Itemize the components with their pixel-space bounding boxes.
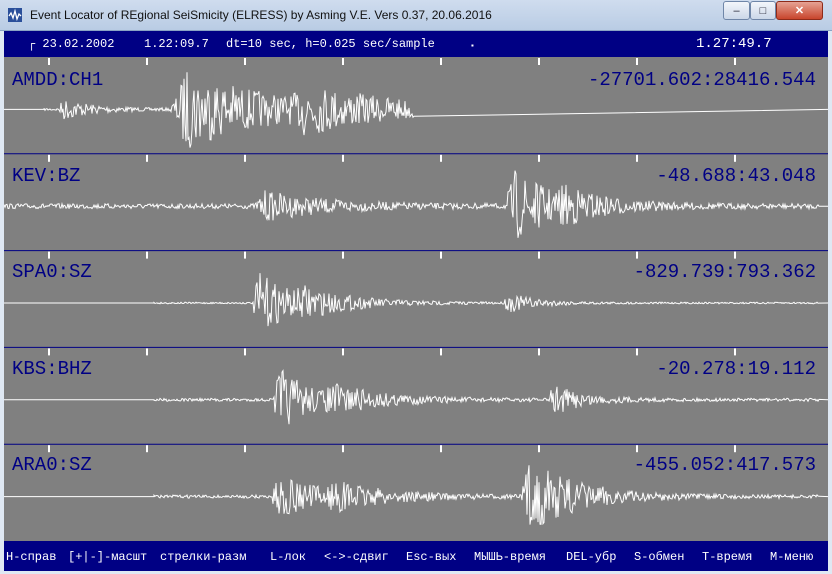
hint-menu[interactable]: M-меню	[770, 543, 813, 571]
channel-range-3: -20.278:19.112	[656, 358, 816, 380]
app-icon	[8, 8, 22, 22]
channel-name-2: SPA0:SZ	[12, 261, 92, 283]
close-button[interactable]: ✕	[776, 1, 823, 20]
hint-mouse-time[interactable]: МЫШЬ-время	[474, 543, 546, 571]
channel-name-1: KEV:BZ	[12, 165, 81, 187]
info-start-time: 1.22:09.7	[144, 37, 209, 51]
window-title-bar[interactable]: Event Locator of REgional SeiSmicity (EL…	[0, 0, 832, 31]
channel-name-4: ARA0:SZ	[12, 454, 92, 476]
waveform-panel[interactable]: AMDD:CH1 -27701.602:28416.544 KEV:BZ -48…	[4, 57, 828, 541]
info-bar: ┌ 23.02.2002 1.22:09.7 dt=10 sec, h=0.02…	[4, 33, 828, 55]
hint-delete[interactable]: DEL-убр	[566, 543, 616, 571]
hint-swap[interactable]: S-обмен	[634, 543, 684, 571]
channel-range-2: -829.739:793.362	[633, 261, 816, 283]
client-area: ┌ 23.02.2002 1.22:09.7 dt=10 sec, h=0.02…	[4, 31, 828, 571]
hint-locate[interactable]: L-лок	[270, 543, 306, 571]
hint-time[interactable]: T-время	[702, 543, 752, 571]
cursor-marker: ▪	[470, 42, 475, 51]
channel-name-3: KBS:BHZ	[12, 358, 92, 380]
channel-range-4: -455.052:417.573	[633, 454, 816, 476]
hint-shift[interactable]: <->-сдвиг	[324, 543, 389, 571]
info-date: ┌ 23.02.2002	[28, 37, 115, 51]
channel-name-0: AMDD:CH1	[12, 69, 104, 91]
status-bar: H-справ [+|-]-масшт стрелки-разм L-лок <…	[4, 543, 828, 571]
window-title: Event Locator of REgional SeiSmicity (EL…	[30, 8, 492, 22]
hint-arrows[interactable]: стрелки-разм	[160, 543, 246, 571]
channel-range-1: -48.688:43.048	[656, 165, 816, 187]
hint-help[interactable]: H-справ	[6, 543, 56, 571]
hint-scale[interactable]: [+|-]-масшт	[68, 543, 147, 571]
info-current-time: 1.27:49.7	[696, 36, 772, 52]
hint-exit[interactable]: Esc-вых	[406, 543, 456, 571]
info-params: dt=10 sec, h=0.025 sec/sample	[226, 37, 435, 51]
maximize-button[interactable]: □	[750, 1, 776, 20]
channel-range-0: -27701.602:28416.544	[587, 69, 816, 91]
minimize-button[interactable]: –	[723, 1, 750, 20]
